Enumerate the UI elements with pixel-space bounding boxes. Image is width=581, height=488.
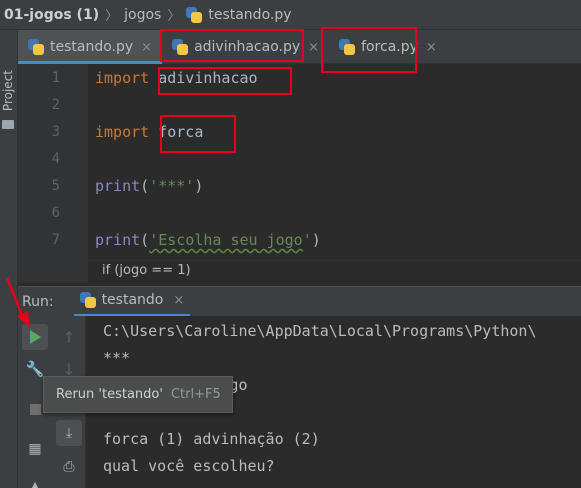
run-tab-testando[interactable]: testando × (73, 287, 191, 317)
tooltip-shortcut: Ctrl+F5 (170, 387, 221, 402)
breadcrumb-project[interactable]: 01-jogos (1) (4, 7, 99, 23)
breadcrumb-file-label: testando.py (208, 6, 292, 23)
close-icon[interactable]: × (308, 40, 319, 55)
paren: ) (194, 177, 204, 195)
string-literal: '***' (149, 177, 195, 195)
editor-gutter: 1 2 3 4 5 6 7 (18, 64, 88, 260)
print-button[interactable]: ⎙ (56, 454, 82, 480)
console-line: forca (1) advinhação (2) (103, 430, 320, 448)
close-icon[interactable]: × (173, 293, 184, 308)
keyword: import (95, 69, 150, 87)
string-literal: ' (302, 231, 312, 249)
console-line: *** (103, 349, 131, 367)
wrench-icon: 🔧 (25, 360, 45, 378)
tab-testando[interactable]: testando.py × (18, 30, 163, 64)
left-tool-strip: Project (0, 30, 18, 488)
python-file-icon (186, 6, 203, 23)
line-number: 7 (51, 232, 60, 248)
breadcrumb-file[interactable]: testando.py (186, 6, 292, 23)
scroll-to-end-button[interactable]: ⤓ (56, 420, 82, 446)
builtin-function: print (95, 231, 141, 249)
rerun-tooltip: Rerun 'testando' Ctrl+F5 (43, 376, 233, 413)
run-panel-header: Run: testando × (18, 286, 581, 317)
play-icon (29, 330, 41, 344)
stop-icon (29, 403, 41, 415)
previous-occurrence-button[interactable]: ↑ (56, 324, 82, 350)
pin-button[interactable]: ▴ (22, 472, 48, 488)
line-number: 3 (51, 124, 60, 140)
line-number: 6 (51, 205, 60, 221)
breadcrumb-hint[interactable]: if (jogo == 1) (88, 260, 581, 282)
tooltip-text: Rerun 'testando' (56, 387, 163, 402)
chevron-up-icon: ▴ (31, 477, 39, 488)
console-line: qual você escolheu? (103, 457, 275, 475)
python-file-icon (28, 39, 44, 55)
keyword: import (95, 123, 150, 141)
soft-wrap-icon: ⤓ (65, 425, 73, 441)
red-arrow-icon (5, 277, 30, 328)
annotation-box-import-forca (160, 115, 236, 153)
builtin-function: print (95, 177, 141, 195)
console-line: C:\Users\Caroline\AppData\Local\Programs… (103, 322, 537, 340)
chevron-right-icon: 〉 (105, 9, 119, 24)
arrow-up-icon: ↑ (62, 327, 76, 347)
layout-icon: ▦ (28, 441, 42, 457)
layout-button[interactable]: ▦ (22, 436, 48, 462)
tab-label: testando.py (50, 39, 134, 55)
breadcrumb-folder[interactable]: jogos (124, 7, 161, 23)
close-icon[interactable]: × (141, 40, 152, 55)
string-literal: jogo (266, 231, 303, 249)
close-icon[interactable]: × (426, 40, 437, 55)
paren: ) (311, 231, 321, 249)
paren: ( (140, 177, 150, 195)
line-number: 4 (51, 151, 60, 167)
code-line-5: print('***') (95, 177, 203, 195)
line-number: 2 (51, 97, 60, 113)
chevron-right-icon: 〉 (167, 9, 181, 24)
run-tab-label: testando (101, 292, 164, 308)
project-tool-button[interactable]: Project (1, 70, 15, 111)
breadcrumb: 01-jogos (1) 〉 jogos 〉 testando.py (0, 0, 581, 30)
annotation-box-forca-tab (321, 27, 417, 73)
string-literal: 'Escolha seu (149, 231, 267, 249)
paren: ( (140, 231, 150, 249)
python-file-icon (79, 292, 96, 308)
annotation-box-adivinhacao-tab (160, 29, 304, 62)
line-number: 5 (51, 178, 60, 194)
code-line-7: print('Escolha seu jogo') (95, 231, 321, 249)
line-number: 1 (51, 70, 60, 86)
annotation-box-import-adivinhacao (158, 67, 292, 95)
print-icon: ⎙ (63, 459, 75, 475)
folder-icon (2, 120, 14, 129)
